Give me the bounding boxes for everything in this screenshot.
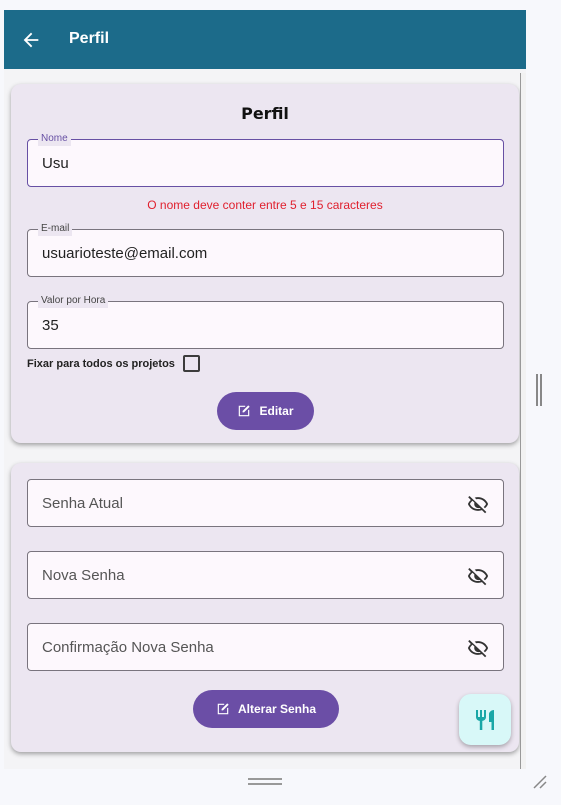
rate-field-value: 35 xyxy=(42,317,59,334)
fix-all-projects-row: Fixar para todos os projetos xyxy=(27,355,200,372)
resize-grip-icon[interactable] xyxy=(530,772,548,790)
bottom-resize-handle[interactable] xyxy=(248,778,282,785)
change-password-button-label: Alterar Senha xyxy=(237,702,317,716)
side-resize-handle[interactable] xyxy=(536,374,542,406)
edit-icon xyxy=(239,405,251,417)
page-title: Perfil xyxy=(69,30,110,47)
confirm-password-placeholder: Confirmação Nova Senha xyxy=(42,639,214,656)
app-window: Perfil Perfil Nome Usu O nome deve conte… xyxy=(4,10,526,769)
new-password-placeholder: Nova Senha xyxy=(42,567,125,584)
email-field-value: usuarioteste@email.com xyxy=(42,245,208,262)
restaurant-fab[interactable] xyxy=(459,694,511,745)
edit-button[interactable]: Editar xyxy=(217,392,314,430)
edit-icon xyxy=(217,703,229,715)
name-error-message: O nome deve conter entre 5 e 15 caracter… xyxy=(147,198,383,212)
email-field-label: E-mail xyxy=(38,222,73,236)
current-password-field[interactable]: Senha Atual xyxy=(27,479,504,527)
confirm-password-field[interactable]: Confirmação Nova Senha xyxy=(27,623,504,671)
new-password-field[interactable]: Nova Senha xyxy=(27,551,504,599)
restaurant-icon xyxy=(476,709,494,730)
rate-field-label: Valor por Hora xyxy=(38,294,109,308)
edit-button-label: Editar xyxy=(259,404,294,418)
eye-off-icon[interactable] xyxy=(467,493,489,515)
name-field-label: Nome xyxy=(38,132,71,146)
fix-all-projects-checkbox[interactable] xyxy=(182,355,200,372)
fix-all-projects-label: Fixar para todos os projetos xyxy=(27,357,175,370)
email-field[interactable]: E-mail usuarioteste@email.com xyxy=(27,222,504,277)
rate-field[interactable]: Valor por Hora 35 xyxy=(27,294,504,349)
profile-card: Perfil Nome Usu O nome deve conter entre… xyxy=(11,84,519,443)
password-card: Senha Atual Nova Senha Confirmação Nova … xyxy=(11,463,519,752)
profile-card-title: Perfil xyxy=(241,104,289,123)
change-password-button[interactable]: Alterar Senha xyxy=(193,690,339,728)
eye-off-icon[interactable] xyxy=(467,565,489,587)
name-field-value: Usu xyxy=(42,155,69,172)
eye-off-icon[interactable] xyxy=(467,637,489,659)
name-field[interactable]: Nome Usu xyxy=(27,132,504,187)
current-password-placeholder: Senha Atual xyxy=(42,495,123,512)
arrow-left-icon[interactable] xyxy=(20,29,42,51)
app-bar: Perfil xyxy=(4,10,526,69)
scrollbar[interactable] xyxy=(520,73,526,769)
